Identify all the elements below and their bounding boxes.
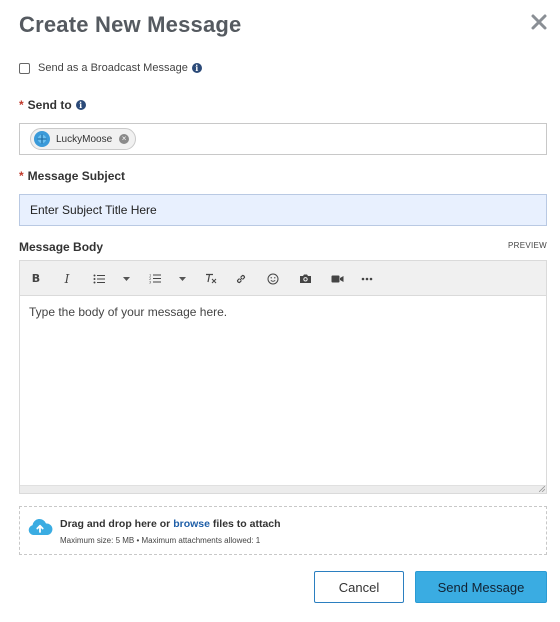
- remove-recipient-icon[interactable]: ×: [119, 134, 130, 144]
- browse-link[interactable]: browse: [173, 518, 210, 530]
- chevron-down-icon[interactable]: [120, 261, 132, 296]
- more-icon[interactable]: [358, 261, 376, 296]
- video-icon[interactable]: [328, 261, 346, 296]
- editor-toolbar: B I 123: [19, 260, 547, 295]
- camera-icon[interactable]: [296, 261, 314, 296]
- preview-button[interactable]: PREVIEW: [508, 241, 547, 250]
- editor-status-bar: [20, 485, 546, 493]
- attachment-dropzone[interactable]: Drag and drop here or browse files to at…: [19, 506, 547, 555]
- italic-icon[interactable]: I: [59, 261, 75, 296]
- link-icon[interactable]: [232, 261, 250, 296]
- subject-label: * Message Subject: [19, 169, 125, 183]
- dropzone-text-before: Drag and drop here or: [60, 518, 171, 530]
- recipient-field[interactable]: LuckyMoose ×: [19, 123, 547, 155]
- required-asterisk: *: [19, 98, 24, 112]
- bulleted-list-icon[interactable]: [90, 261, 108, 296]
- dialog-title: Create New Message: [19, 12, 242, 37]
- info-icon[interactable]: i: [191, 63, 202, 73]
- numbered-list-icon[interactable]: 123: [146, 261, 164, 296]
- broadcast-label: Send as a Broadcast Message: [38, 62, 188, 74]
- broadcast-checkbox[interactable]: [19, 62, 30, 74]
- subject-input[interactable]: [19, 194, 547, 226]
- avatar: [34, 131, 50, 147]
- broadcast-option: Send as a Broadcast Message i: [19, 61, 202, 75]
- svg-text:3: 3: [149, 281, 151, 285]
- dropzone-instructions: Drag and drop here or browse files to at…: [60, 518, 281, 530]
- resize-handle-icon[interactable]: [539, 486, 545, 492]
- attachment-limits: Maximum size: 5 MB • Maximum attachments…: [60, 536, 261, 545]
- send-message-button[interactable]: Send Message: [415, 571, 547, 603]
- recipient-name: LuckyMoose: [56, 133, 113, 145]
- dropzone-text-after: files to attach: [212, 518, 281, 530]
- cancel-button[interactable]: Cancel: [314, 571, 404, 603]
- emoji-icon[interactable]: [264, 261, 282, 296]
- clear-formatting-icon[interactable]: [202, 261, 220, 296]
- cloud-upload-icon: [28, 518, 53, 535]
- bold-icon[interactable]: B: [28, 261, 44, 296]
- subject-label-text: Message Subject: [27, 169, 126, 183]
- recipient-chip: LuckyMoose ×: [30, 128, 137, 150]
- info-icon[interactable]: i: [75, 100, 86, 110]
- message-body-editor[interactable]: Type the body of your message here.: [19, 295, 547, 494]
- chevron-down-icon[interactable]: [176, 261, 188, 296]
- close-icon[interactable]: [526, 9, 552, 35]
- required-asterisk: *: [19, 169, 24, 183]
- send-to-label: * Send to i: [19, 98, 86, 112]
- send-to-label-text: Send to: [27, 98, 72, 112]
- message-body-label: Message Body: [19, 240, 104, 254]
- message-body-placeholder: Type the body of your message here.: [29, 305, 228, 319]
